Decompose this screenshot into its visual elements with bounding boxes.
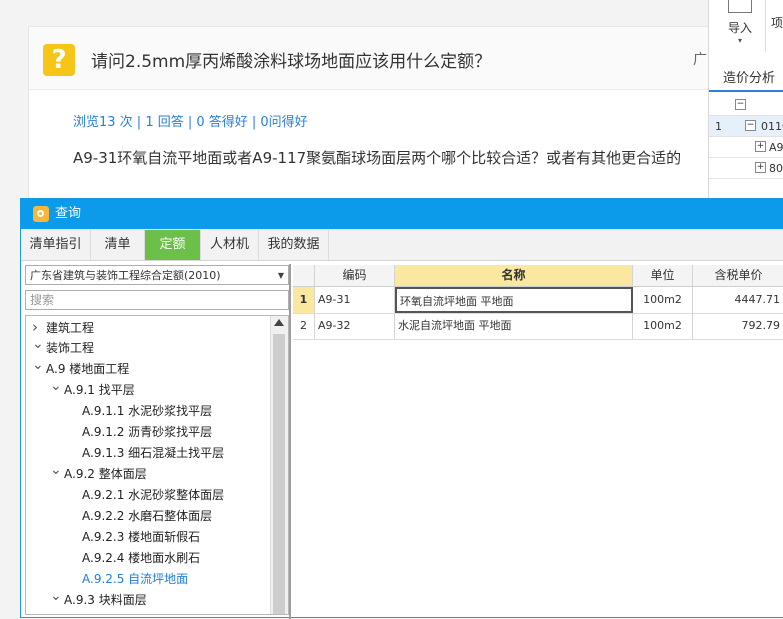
- tree-node[interactable]: A.9.2.4 楼地面水刷石: [68, 548, 200, 568]
- tree-node-label: A.9.1.1 水泥砂浆找平层: [82, 404, 213, 418]
- tree-node-label: A.9.1.2 沥青砂浆找平层: [82, 425, 213, 439]
- tree-node-label: 建筑工程: [46, 321, 95, 335]
- tree-node-label: A.9 楼地面工程: [46, 362, 130, 376]
- tree-scrollbar[interactable]: [270, 316, 288, 614]
- side-row-code: 0110: [761, 120, 783, 133]
- tree-node-label: A.9.2.5 自流坪地面: [82, 572, 189, 586]
- question-stats-link[interactable]: 浏览13 次 | 1 回答 | 0 答得好 | 0问得好: [73, 111, 308, 130]
- chevron-down-icon[interactable]: ⌄: [50, 376, 64, 396]
- expand-icon[interactable]: +: [755, 141, 766, 152]
- tree-node[interactable]: ⌄ A.9.2 整体面层: [50, 462, 147, 484]
- question-mark-icon: ?: [43, 44, 75, 76]
- tab-4[interactable]: 我的数据: [259, 230, 329, 260]
- quota-library-value: 广东省建筑与装饰工程综合定额(2010): [30, 269, 221, 282]
- dialog-titlebar[interactable]: 查询: [21, 199, 783, 229]
- tree-node[interactable]: › 建筑工程: [32, 317, 94, 337]
- xiang-button[interactable]: 项: [771, 14, 783, 31]
- tree-node-label: A.9.2 整体面层: [64, 467, 147, 481]
- column-header[interactable]: [293, 265, 315, 286]
- chevron-down-icon: ▾: [737, 36, 742, 45]
- quota-unit[interactable]: 100m2: [633, 287, 693, 313]
- table-row[interactable]: 2 A9-32 水泥自流坪地面 平地面 100m2 792.79: [293, 313, 783, 340]
- question-card: ? 请问2.5mm厚丙烯酸涂料球场地面应该用什么定额？ 广 浏览13 次 | 1…: [28, 26, 783, 208]
- tree-node[interactable]: ⌄ A.9.3 块料面层: [50, 588, 147, 610]
- tree-node[interactable]: A.9.1.1 水泥砂浆找平层: [68, 401, 212, 421]
- side-grid-row[interactable]: + A9: [709, 137, 783, 158]
- tab-cost-analysis[interactable]: 造价分析: [709, 62, 783, 92]
- tree-node[interactable]: A.9.2.5 自流坪地面: [68, 569, 188, 589]
- chevron-down-icon: ▼: [277, 271, 284, 280]
- quota-code[interactable]: A9-31: [315, 287, 395, 313]
- tree-node[interactable]: A.9.2.3 楼地面斩假石: [68, 527, 200, 547]
- row-number[interactable]: 2: [293, 313, 315, 339]
- tree-node-label: A.9.2.4 楼地面水刷石: [82, 551, 201, 565]
- side-app-pane: 导入 ▾ 项 造价分析 −1−0110+A9+800: [708, 0, 783, 200]
- side-grid-row[interactable]: +800: [709, 158, 783, 179]
- question-body: A9-31环氧自流平地面或者A9-117聚氨酯球场面层两个哪个比较合适？或者有其…: [73, 149, 682, 167]
- tab-2[interactable]: 定额: [145, 230, 201, 260]
- tree-node[interactable]: A.9.1.2 沥青砂浆找平层: [68, 422, 212, 442]
- tree-node[interactable]: A.9.2.1 水泥砂浆整体面层: [68, 485, 224, 505]
- quota-name[interactable]: 环氧自流坪地面 平地面: [395, 287, 633, 313]
- side-row-code: A9: [769, 141, 783, 154]
- app-logo-icon: [33, 206, 49, 222]
- table-row[interactable]: 1 A9-31 环氧自流坪地面 平地面 100m2 4447.71: [293, 287, 783, 314]
- row-number[interactable]: 1: [293, 287, 315, 313]
- side-grid-row[interactable]: −: [709, 95, 783, 116]
- collapse-icon[interactable]: −: [745, 120, 756, 131]
- quota-tree-panel: 广东省建筑与装饰工程综合定额(2010) ▼ 搜索 ⌄ A.9.3 块料面层 A.9…: [25, 265, 291, 615]
- scrollbar-thumb[interactable]: [273, 334, 285, 614]
- panel-splitter[interactable]: [289, 264, 291, 619]
- search-input[interactable]: 搜索: [25, 290, 289, 310]
- side-row-code: 800: [769, 162, 783, 175]
- quota-price[interactable]: 792.79: [693, 313, 783, 339]
- tree-node[interactable]: A.9.1.3 细石混凝土找平层: [68, 443, 224, 463]
- side-app-grid: −1−0110+A9+800: [709, 95, 783, 179]
- tab-1[interactable]: 清单: [91, 230, 145, 260]
- tree-node-label: A.9.2.3 楼地面斩假石: [82, 530, 201, 544]
- chevron-down-icon[interactable]: ⌄: [50, 460, 64, 480]
- quota-library-select[interactable]: 广东省建筑与装饰工程综合定额(2010) ▼: [25, 265, 289, 285]
- tree-node-label: A.9.2.1 水泥砂浆整体面层: [82, 488, 225, 502]
- dialog-tabs: 清单指引 清单 定额 人材机 我的数据: [21, 229, 783, 261]
- import-label: 导入: [727, 21, 752, 35]
- collapse-icon[interactable]: −: [735, 99, 746, 110]
- grid-header: 编码 名称 单位 含税单价: [293, 265, 783, 287]
- quota-price[interactable]: 4447.71: [693, 287, 783, 313]
- quota-tree: ⌄ A.9.3 块料面层 A.9.2.5 自流坪地面 A.9.2.4 楼地面水刷石 A.…: [25, 315, 289, 615]
- column-header[interactable]: 含税单价: [693, 265, 783, 286]
- tree-node-label: A.9.2.2 水磨石整体面层: [82, 509, 213, 523]
- tab-3[interactable]: 人材机: [201, 230, 259, 260]
- toolbar-divider: [765, 0, 766, 52]
- tree-node-label: A.9.1.3 细石混凝土找平层: [82, 446, 225, 460]
- column-header[interactable]: 编码: [315, 265, 395, 286]
- side-row-number: 1: [715, 120, 722, 133]
- dialog-title: 查询: [55, 206, 82, 221]
- scroll-up-icon[interactable]: [274, 319, 284, 326]
- question-header: ? 请问2.5mm厚丙烯酸涂料球场地面应该用什么定额？ 广: [29, 27, 783, 90]
- tree-node[interactable]: ⌄ 装饰工程: [32, 336, 95, 358]
- quota-unit[interactable]: 100m2: [633, 313, 693, 339]
- chevron-down-icon[interactable]: ⌄: [32, 355, 46, 375]
- column-header[interactable]: 单位: [633, 265, 693, 286]
- quota-name[interactable]: 水泥自流坪地面 平地面: [395, 313, 633, 339]
- tree-node[interactable]: ⌄ A.9 楼地面工程: [32, 357, 130, 379]
- side-grid-row[interactable]: 1 −0110: [709, 116, 783, 137]
- import-icon: [728, 0, 752, 13]
- tree-node[interactable]: ⌄ A.9.1 找平层: [50, 378, 135, 400]
- tree-node-label: A.9.1 找平层: [64, 383, 135, 397]
- chevron-right-icon[interactable]: ›: [32, 317, 46, 337]
- import-button[interactable]: 导入 ▾: [721, 0, 759, 45]
- expand-icon[interactable]: +: [755, 162, 766, 173]
- tree-node-label: A.9.3 块料面层: [64, 593, 147, 607]
- chevron-down-icon[interactable]: ⌄: [50, 586, 64, 606]
- question-header-right-text: 广: [693, 52, 707, 68]
- tree-node[interactable]: A.9.2.2 水磨石整体面层: [68, 506, 212, 526]
- quota-code[interactable]: A9-32: [315, 313, 395, 339]
- tab-0[interactable]: 清单指引: [21, 230, 91, 260]
- question-title: 请问2.5mm厚丙烯酸涂料球场地面应该用什么定额？: [91, 52, 492, 72]
- query-dialog: 查询 清单指引 清单 定额 人材机 我的数据 广东省建筑与装饰工程综合定额(2010) …: [20, 198, 783, 619]
- tree-node-label: 装饰工程: [46, 341, 95, 355]
- column-header[interactable]: 名称: [395, 265, 633, 286]
